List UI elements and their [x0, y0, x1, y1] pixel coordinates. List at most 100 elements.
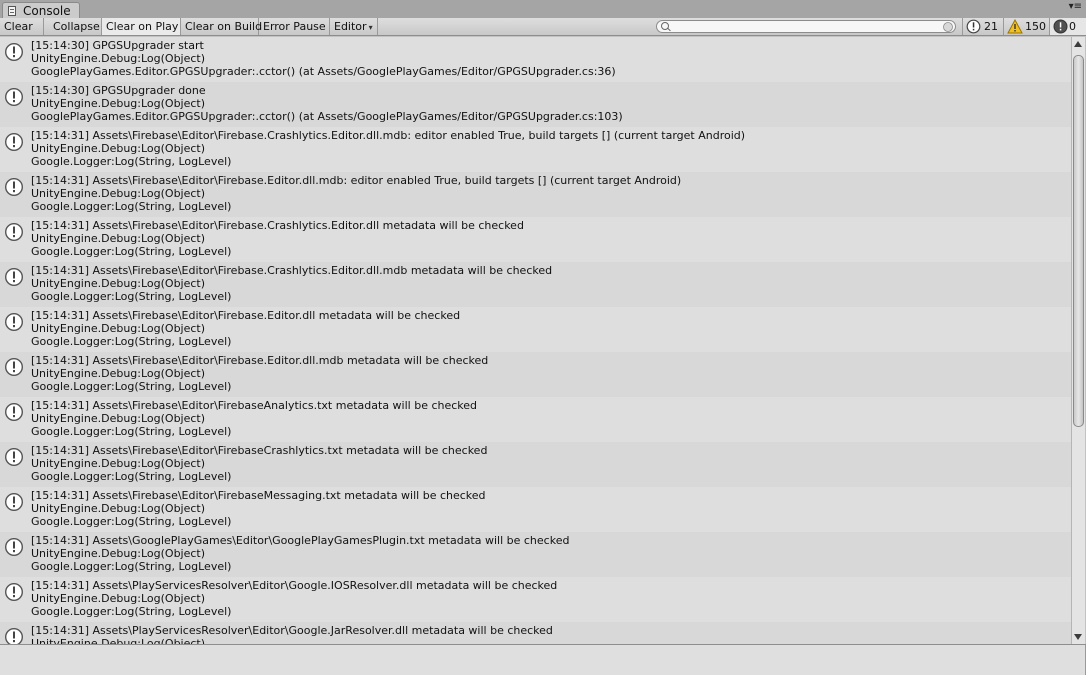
info-icon [4, 267, 24, 287]
tab-console[interactable]: Console [2, 2, 80, 19]
search-icon [661, 22, 669, 30]
log-detail-pane [0, 645, 1086, 675]
log-entry[interactable]: [15:14:31] Assets\Firebase\Editor\Fireba… [0, 352, 1071, 397]
log-entry[interactable]: [15:14:31] Assets\PlayServicesResolver\E… [0, 622, 1071, 644]
info-icon [4, 132, 24, 152]
log-message: [15:14:31] Assets\Firebase\Editor\Fireba… [31, 264, 553, 277]
info-icon [4, 87, 24, 107]
log-entry-text: [15:14:31] Assets\Firebase\Editor\Fireba… [31, 264, 552, 303]
log-stack-line: Google.Logger:Log(String, LogLevel) [31, 605, 232, 618]
error-icon [1053, 19, 1068, 34]
log-stack-line: Google.Logger:Log(String, LogLevel) [31, 470, 232, 483]
log-stack-line: UnityEngine.Debug:Log(Object) [31, 547, 206, 560]
log-message: [15:14:31] Assets\Firebase\Editor\Fireba… [31, 399, 478, 412]
log-entry[interactable]: [15:14:31] Assets\Firebase\Editor\Fireba… [0, 307, 1071, 352]
log-entry[interactable]: [15:14:31] Assets\Firebase\Editor\Fireba… [0, 172, 1071, 217]
info-icon [4, 402, 24, 422]
log-entry[interactable]: [15:14:30] GPGSUpgrader done UnityEngine… [0, 82, 1071, 127]
error-count: 0 [1069, 20, 1076, 33]
log-entry-text: [15:14:31] Assets\Firebase\Editor\Fireba… [31, 309, 460, 348]
info-count-toggle[interactable]: 21 [962, 18, 1003, 35]
editor-dropdown-label: Editor [334, 20, 367, 33]
warning-icon [1007, 19, 1023, 34]
collapse-button[interactable]: Collapse [49, 18, 102, 35]
log-entry[interactable]: [15:14:31] Assets\Firebase\Editor\Fireba… [0, 127, 1071, 172]
log-entry[interactable]: [15:14:31] Assets\Firebase\Editor\Fireba… [0, 217, 1071, 262]
console-log-list[interactable]: [15:14:30] GPGSUpgrader start UnityEngin… [0, 37, 1071, 644]
log-entry-text: [15:14:30] GPGSUpgrader done UnityEngine… [31, 84, 623, 123]
scroll-down-icon[interactable] [1074, 634, 1082, 640]
log-stack-line: UnityEngine.Debug:Log(Object) [31, 637, 206, 644]
log-message: [15:14:31] Assets\Firebase\Editor\Fireba… [31, 219, 524, 232]
window-tab-bar: Console ▾≡ [0, 0, 1086, 19]
log-message: [15:14:31] Assets\Firebase\Editor\Fireba… [31, 309, 461, 322]
log-message: [15:14:31] Assets\PlayServicesResolver\E… [31, 579, 558, 592]
log-entry-text: [15:14:31] Assets\Firebase\Editor\Fireba… [31, 399, 477, 438]
log-entry[interactable]: [15:14:31] Assets\PlayServicesResolver\E… [0, 577, 1071, 622]
log-entry-text: [15:14:31] Assets\Firebase\Editor\Fireba… [31, 219, 524, 258]
scroll-thumb[interactable] [1073, 55, 1084, 427]
warning-count-toggle[interactable]: 150 [1003, 18, 1049, 35]
log-message: [15:14:31] Assets\Firebase\Editor\Fireba… [31, 354, 489, 367]
log-entry-text: [15:14:31] Assets\Firebase\Editor\Fireba… [31, 129, 745, 168]
clear-button[interactable]: Clear [0, 18, 44, 35]
log-entry[interactable]: [15:14:31] Assets\Firebase\Editor\Fireba… [0, 397, 1071, 442]
log-entry[interactable]: [15:14:31] Assets\Firebase\Editor\Fireba… [0, 442, 1071, 487]
log-message: [15:14:31] Assets\Firebase\Editor\Fireba… [31, 444, 488, 457]
warning-count: 150 [1025, 20, 1046, 33]
log-message: [15:14:30] GPGSUpgrader done [31, 84, 206, 97]
error-pause-button[interactable]: Error Pause [259, 18, 330, 35]
log-stack-line: GooglePlayGames.Editor.GPGSUpgrader:.cct… [31, 110, 623, 123]
log-stack-line: UnityEngine.Debug:Log(Object) [31, 187, 206, 200]
log-message: [15:14:31] Assets\Firebase\Editor\Fireba… [31, 129, 746, 142]
info-icon [4, 357, 24, 377]
log-entry[interactable]: [15:14:31] Assets\Firebase\Editor\Fireba… [0, 487, 1071, 532]
log-message: [15:14:30] GPGSUpgrader start [31, 39, 204, 52]
tab-console-label: Console [23, 4, 71, 18]
search-input[interactable] [656, 20, 956, 33]
log-entry[interactable]: [15:14:31] Assets\GooglePlayGames\Editor… [0, 532, 1071, 577]
log-stack-line: Google.Logger:Log(String, LogLevel) [31, 380, 232, 393]
log-entry[interactable]: [15:14:31] Assets\Firebase\Editor\Fireba… [0, 262, 1071, 307]
info-icon [4, 582, 24, 602]
console-toolbar: Clear Collapse Clear on Play Clear on Bu… [0, 18, 1086, 36]
editor-dropdown[interactable]: Editor ▾ [330, 18, 378, 35]
log-message: [15:14:31] Assets\Firebase\Editor\Fireba… [31, 174, 682, 187]
scroll-up-icon[interactable] [1074, 41, 1082, 47]
log-entry[interactable]: [15:14:30] GPGSUpgrader start UnityEngin… [0, 37, 1071, 82]
clear-on-play-button[interactable]: Clear on Play [102, 18, 181, 35]
log-stack-line: UnityEngine.Debug:Log(Object) [31, 142, 206, 155]
clear-on-build-button[interactable]: Clear on Build [181, 18, 262, 35]
log-entry-text: [15:14:31] Assets\PlayServicesResolver\E… [31, 579, 557, 618]
log-stack-line: UnityEngine.Debug:Log(Object) [31, 502, 206, 515]
console-icon [8, 6, 16, 16]
log-message: [15:14:31] Assets\GooglePlayGames\Editor… [31, 534, 570, 547]
info-icon [5, 628, 23, 644]
log-stack-line: UnityEngine.Debug:Log(Object) [31, 322, 206, 335]
log-stack-line: UnityEngine.Debug:Log(Object) [31, 52, 206, 65]
log-entry-text: [15:14:31] Assets\Firebase\Editor\Fireba… [31, 489, 486, 528]
log-message: [15:14:31] Assets\PlayServicesResolver\E… [31, 624, 553, 637]
log-message: [15:14:31] Assets\Firebase\Editor\Fireba… [31, 489, 486, 502]
log-entry-text: [15:14:30] GPGSUpgrader start UnityEngin… [31, 39, 616, 78]
info-icon [4, 447, 24, 467]
log-stack-line: Google.Logger:Log(String, LogLevel) [31, 155, 232, 168]
log-scrollbar[interactable] [1071, 37, 1085, 644]
log-entry-text: [15:14:31] Assets\PlayServicesResolver\E… [31, 624, 553, 644]
window-menu-icon[interactable]: ▾≡ [1069, 2, 1082, 12]
info-icon [4, 177, 24, 197]
info-icon [4, 312, 24, 332]
log-stack-line: UnityEngine.Debug:Log(Object) [31, 232, 206, 245]
log-stack-line: UnityEngine.Debug:Log(Object) [31, 367, 206, 380]
log-stack-line: Google.Logger:Log(String, LogLevel) [31, 245, 232, 258]
search-cancel-icon[interactable] [943, 22, 953, 32]
info-icon [4, 492, 24, 512]
log-stack-line: Google.Logger:Log(String, LogLevel) [31, 515, 232, 528]
error-count-toggle[interactable]: 0 [1049, 18, 1086, 35]
log-stack-line: Google.Logger:Log(String, LogLevel) [31, 200, 232, 213]
log-entry-text: [15:14:31] Assets\Firebase\Editor\Fireba… [31, 444, 487, 483]
log-entry-text: [15:14:31] Assets\GooglePlayGames\Editor… [31, 534, 569, 573]
log-entry-text: [15:14:31] Assets\Firebase\Editor\Fireba… [31, 174, 681, 213]
info-count: 21 [984, 20, 998, 33]
log-stack-line: UnityEngine.Debug:Log(Object) [31, 97, 206, 110]
